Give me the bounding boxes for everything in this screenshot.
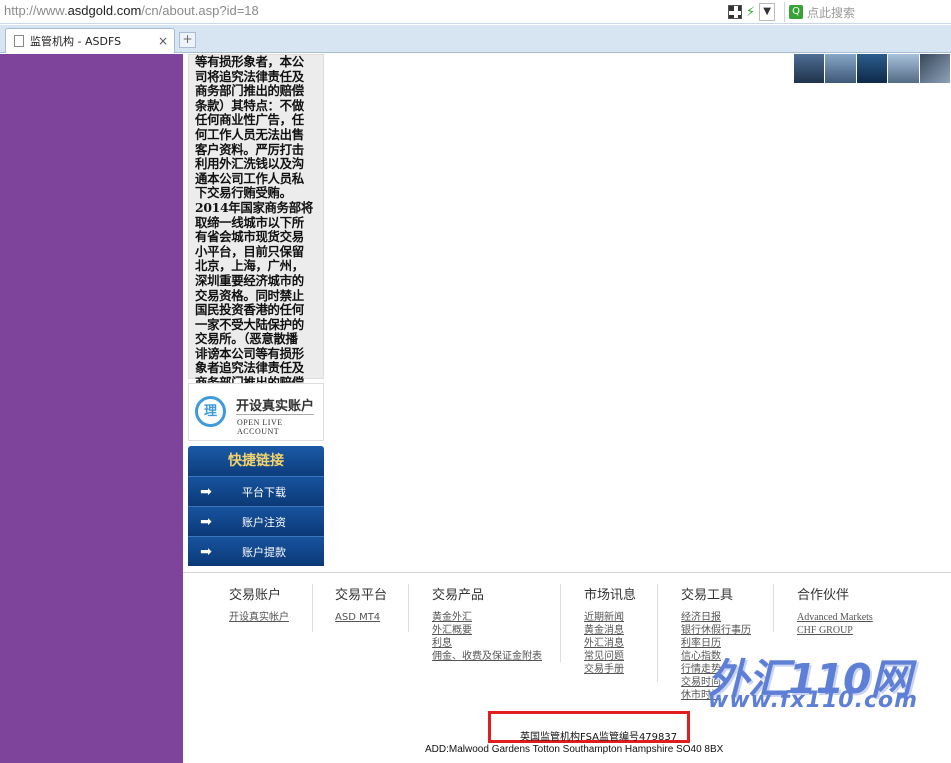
url-domain: asdgold.com bbox=[67, 3, 142, 18]
footer-link[interactable]: ASD MT4 bbox=[335, 611, 387, 624]
quick-link-deposit[interactable]: ➡ 账户注资 bbox=[188, 506, 324, 536]
divider bbox=[236, 414, 314, 415]
quick-link-label: 账户注资 bbox=[242, 515, 286, 529]
footer-link[interactable]: CHF GROUP bbox=[797, 624, 873, 637]
footer-col-title: 合作伙伴 bbox=[797, 588, 850, 603]
tab-title: 监管机构 - ASDFS bbox=[30, 35, 122, 48]
tab-bar: 监管机构 - ASDFS × + bbox=[0, 25, 951, 53]
tab-active[interactable]: 监管机构 - ASDFS × bbox=[5, 28, 175, 53]
city-banner-image bbox=[794, 54, 951, 83]
fsa-registration-text: 英国监管机构FSA监管编号479837 bbox=[520, 732, 678, 743]
footer-link[interactable]: 利息 bbox=[432, 637, 542, 650]
footer-col-partners: 合作伙伴 Advanced Markets CHF GROUP bbox=[797, 584, 873, 637]
quick-link-label: 平台下载 bbox=[242, 485, 286, 499]
about-body-text: 等有损形象者，本公 司将追究法律责任及 商务部门推出的赔偿 条款）其特点：不做 … bbox=[195, 54, 313, 404]
footer-link[interactable]: 银行休假行事历 bbox=[681, 624, 751, 637]
search-placeholder[interactable]: 点此搜索 bbox=[807, 4, 855, 21]
arrow-right-icon: ➡ bbox=[200, 513, 212, 530]
footer-separator bbox=[657, 584, 658, 682]
address-bar[interactable]: http://www.asdgold.com/cn/about.asp?id=1… bbox=[0, 0, 951, 24]
footer-col-trading-products: 交易产品 黄金外汇 外汇概要 利息 佣金、收费及保证金附表 bbox=[432, 584, 542, 663]
footer-link[interactable]: Advanced Markets bbox=[797, 611, 873, 624]
footer-link[interactable]: 交易手册 bbox=[584, 663, 636, 676]
search-icon[interactable]: Q bbox=[789, 5, 803, 19]
chevron-down-icon[interactable]: ▼ bbox=[759, 3, 776, 21]
footer-separator bbox=[560, 584, 561, 662]
purple-side-panel bbox=[0, 54, 183, 763]
arrow-right-icon: ➡ bbox=[200, 543, 212, 560]
footer-link[interactable]: 常见问题 bbox=[584, 650, 636, 663]
footer-col-market-info: 市场讯息 近期新闻 黄金消息 外汇消息 常见问题 交易手册 bbox=[584, 584, 636, 676]
lightning-icon[interactable]: ⚡ bbox=[746, 5, 755, 20]
footer-col-trading-account: 交易账户 开设真实帐户 bbox=[229, 584, 289, 624]
footer-col-title: 交易平台 bbox=[335, 588, 388, 603]
search-box[interactable]: Q 点此搜索 bbox=[784, 2, 951, 22]
arrow-right-icon: ➡ bbox=[200, 483, 212, 500]
footer-col-title: 市场讯息 bbox=[584, 588, 637, 603]
footer-col-title: 交易账户 bbox=[229, 588, 282, 603]
open-account-cn-label: 开设真实账户 bbox=[236, 399, 315, 414]
footer-divider bbox=[183, 572, 951, 573]
account-icon: 理 bbox=[195, 396, 226, 427]
footer-link[interactable]: 黄金消息 bbox=[584, 624, 636, 637]
footer-col-title: 交易工具 bbox=[681, 588, 734, 603]
close-icon[interactable]: × bbox=[158, 34, 168, 48]
qr-code-icon[interactable] bbox=[728, 5, 742, 19]
footer-col-title: 交易产品 bbox=[432, 588, 485, 603]
footer-link[interactable]: 外汇概要 bbox=[432, 624, 542, 637]
footer-link[interactable]: 佣金、收费及保证金附表 bbox=[432, 650, 542, 663]
quick-link-label: 账户提款 bbox=[242, 545, 286, 559]
quick-link-withdrawal[interactable]: ➡ 账户提款 bbox=[188, 536, 324, 566]
footer-separator bbox=[408, 584, 409, 632]
footer-link[interactable]: 外汇消息 bbox=[584, 637, 636, 650]
watermark-url: www.fx110.com bbox=[708, 688, 919, 713]
url-field[interactable]: http://www.asdgold.com/cn/about.asp?id=1… bbox=[4, 3, 259, 18]
footer-separator bbox=[312, 584, 313, 632]
quick-links-box: 快捷链接 ➡ 平台下载 ➡ 账户注资 ➡ 账户提款 bbox=[188, 446, 324, 568]
footer-link[interactable]: 黄金外汇 bbox=[432, 611, 542, 624]
new-tab-button[interactable]: + bbox=[179, 32, 196, 48]
open-live-account-button[interactable]: 理 开设真实账户 OPEN LIVE ACCOUNT bbox=[188, 383, 324, 441]
company-address: ADD:Malwood Gardens Totton Southampton H… bbox=[425, 744, 724, 755]
quick-link-platform-download[interactable]: ➡ 平台下载 bbox=[188, 476, 324, 506]
footer-link[interactable]: 近期新闻 bbox=[584, 611, 636, 624]
footer-link[interactable]: 开设真实帐户 bbox=[229, 611, 289, 624]
about-text-panel: 等有损形象者，本公 司将追究法律责任及 商务部门推出的赔偿 条款）其特点：不做 … bbox=[188, 54, 324, 404]
quick-links-title: 快捷链接 bbox=[188, 446, 324, 476]
footer-separator bbox=[773, 584, 774, 632]
footer-col-trading-platform: 交易平台 ASD MT4 bbox=[335, 584, 387, 624]
footer-link[interactable]: 经济日报 bbox=[681, 611, 751, 624]
open-account-en-label: OPEN LIVE ACCOUNT bbox=[237, 418, 283, 436]
page-icon bbox=[14, 35, 24, 47]
address-icons: ⚡ ▼ bbox=[728, 3, 776, 21]
